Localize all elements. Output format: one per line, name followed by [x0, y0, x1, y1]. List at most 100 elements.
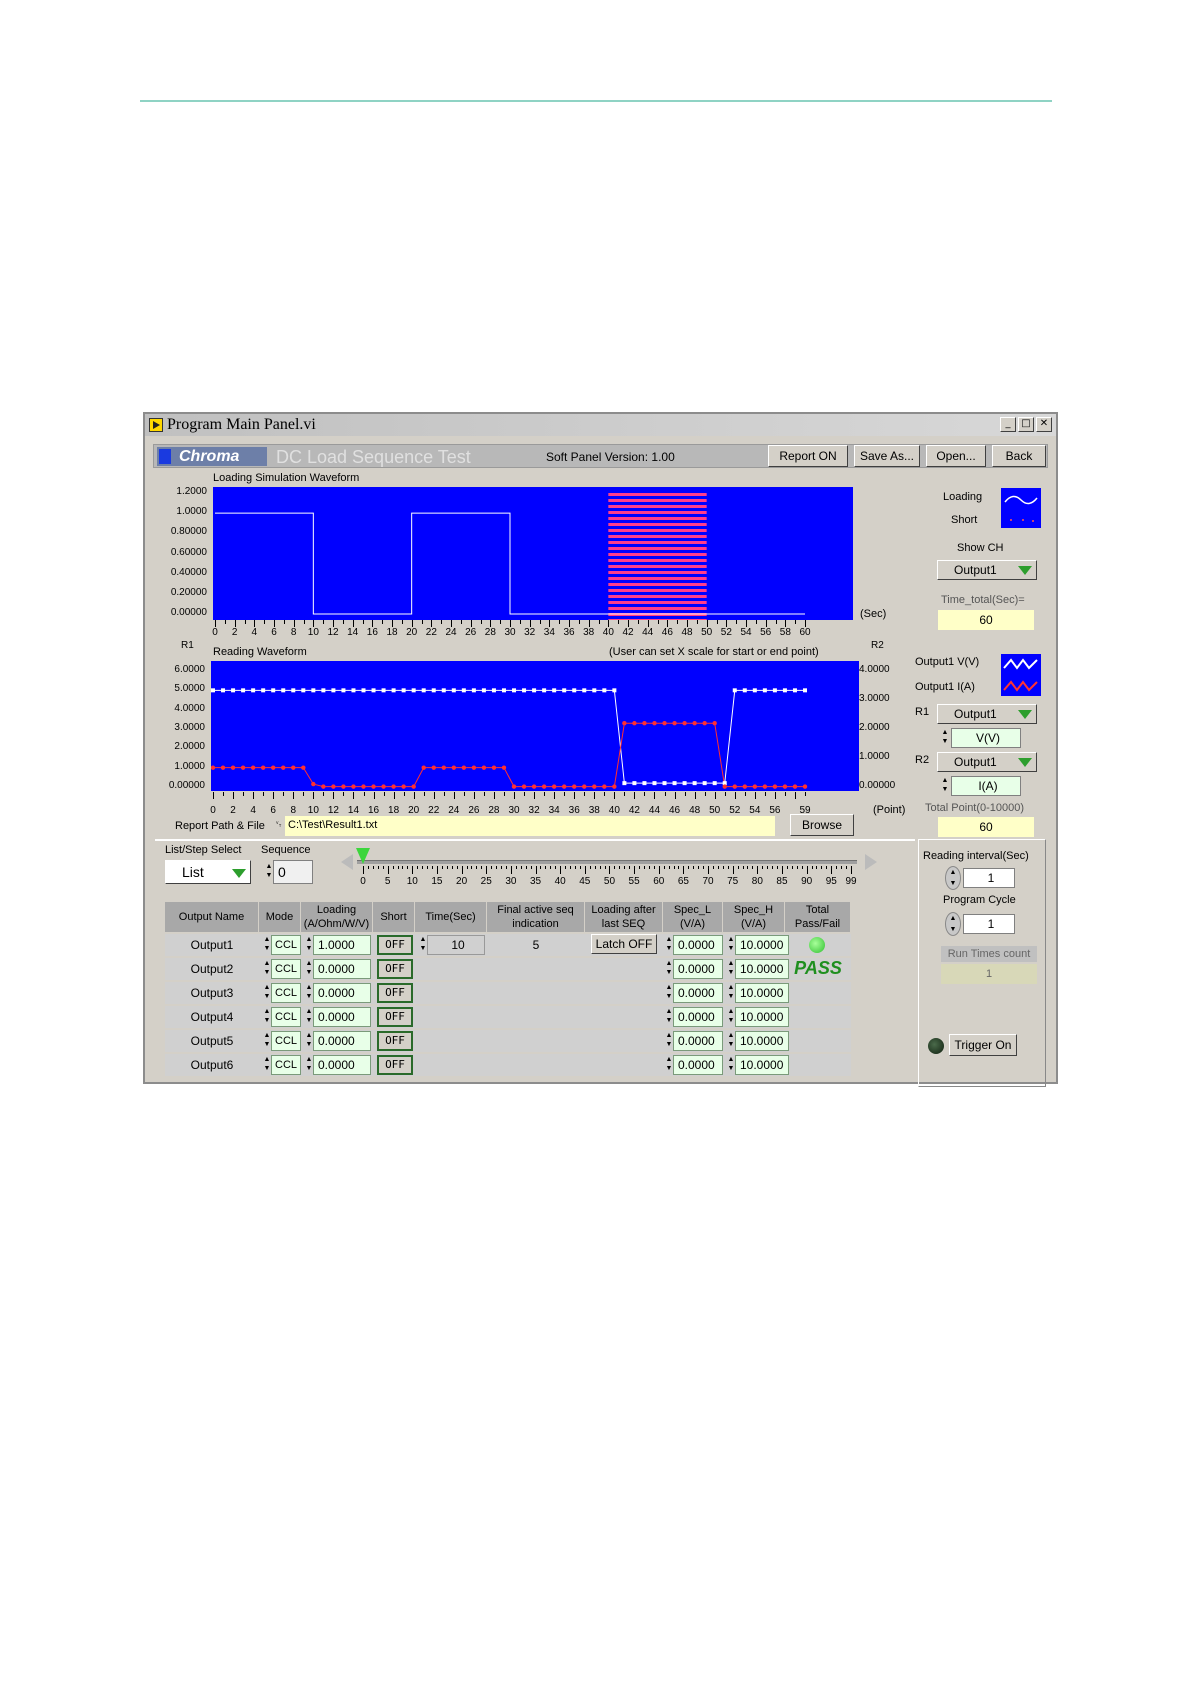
maximize-button[interactable]: □ — [1018, 417, 1034, 432]
short-toggle[interactable]: OFF — [377, 1007, 413, 1027]
minimize-button[interactable]: _ — [1000, 417, 1016, 432]
short-stripe — [608, 511, 707, 514]
sequence-spinner[interactable]: ▲ ▼ — [265, 862, 273, 882]
loading-spinner[interactable]: ▲ ▼ — [305, 1007, 313, 1027]
back-button[interactable]: Back — [992, 445, 1046, 467]
loading-spinner[interactable]: ▲ ▼ — [305, 1055, 313, 1075]
r1-unit-spinner[interactable]: ▲ ▼ — [941, 728, 949, 748]
mode-spinner[interactable]: ▲ ▼ — [263, 935, 271, 955]
mode-spinner[interactable]: ▲ ▼ — [263, 983, 271, 1003]
loading-spinner[interactable]: ▲ ▼ — [305, 983, 313, 1003]
read-x-tick-mark — [503, 792, 505, 796]
open-button[interactable]: Open... — [926, 445, 986, 467]
spec-l-spinner[interactable]: ▲ ▼ — [665, 1055, 673, 1075]
mode-spinner[interactable]: ▲ ▼ — [263, 1055, 271, 1075]
mode-spinner[interactable]: ▲ ▼ — [263, 1007, 271, 1027]
spec-h-spinner[interactable]: ▲ ▼ — [727, 1031, 735, 1051]
loading-field[interactable]: 0.0000 — [313, 959, 371, 979]
spec-l-field[interactable]: 0.0000 — [673, 959, 723, 979]
latch-off-button[interactable]: Latch OFF — [591, 934, 657, 954]
report-path-input[interactable]: C:\Test\Result1.txt — [285, 816, 775, 836]
r2-unit-field[interactable]: I(A) — [951, 776, 1021, 796]
loading-field[interactable]: 0.0000 — [313, 983, 371, 1003]
spec-h-spinner[interactable]: ▲ ▼ — [727, 983, 735, 1003]
mode-field[interactable]: CCL — [271, 1031, 301, 1051]
trigger-on-button[interactable]: Trigger On — [949, 1034, 1017, 1056]
mode-spinner[interactable]: ▲ ▼ — [263, 1031, 271, 1051]
spec-l-spinner[interactable]: ▲ ▼ — [665, 1031, 673, 1051]
spec-l-field[interactable]: 0.0000 — [673, 1007, 723, 1027]
show-ch-dropdown[interactable]: Output1 — [937, 560, 1037, 580]
short-toggle[interactable]: OFF — [377, 959, 413, 979]
loading-spinner[interactable]: ▲ ▼ — [305, 935, 313, 955]
spec-l-spinner[interactable]: ▲ ▼ — [665, 983, 673, 1003]
loading-spinner[interactable]: ▲ ▼ — [305, 959, 313, 979]
spec-h-spinner[interactable]: ▲ ▼ — [727, 1007, 735, 1027]
loading-field[interactable]: 0.0000 — [313, 1031, 371, 1051]
labview-vi-icon — [149, 418, 163, 432]
r1-channel-dropdown[interactable]: Output1 — [937, 704, 1037, 724]
r2-channel-dropdown[interactable]: Output1 — [937, 752, 1037, 772]
sim-x-tick-mark — [795, 620, 797, 624]
spec-h-field[interactable]: 10.0000 — [735, 1007, 789, 1027]
spec-h-field[interactable]: 10.0000 — [735, 1055, 789, 1075]
r2-unit-spinner[interactable]: ▲ ▼ — [941, 776, 949, 796]
mode-field[interactable]: CCL — [271, 1007, 301, 1027]
short-toggle[interactable]: OFF — [377, 935, 413, 955]
slider-minor-tick — [461, 866, 463, 869]
reading-interval-spinner[interactable]: ▲ ▼ — [945, 866, 961, 890]
spec-h-field[interactable]: 10.0000 — [735, 959, 789, 979]
browse-button[interactable]: Browse — [790, 814, 854, 836]
spec-l-field[interactable]: 0.0000 — [673, 935, 723, 955]
spec-l-field[interactable]: 0.0000 — [673, 1055, 723, 1075]
sequence-slider-thumb[interactable] — [356, 848, 370, 864]
short-toggle[interactable]: OFF — [377, 1031, 413, 1051]
report-on-button[interactable]: Report ON — [768, 445, 848, 467]
list-step-dropdown[interactable]: List — [165, 860, 251, 884]
sequence-slider-track[interactable] — [357, 860, 857, 864]
spec-h-spinner[interactable]: ▲ ▼ — [727, 1055, 735, 1075]
spec-l-field[interactable]: 0.0000 — [673, 1031, 723, 1051]
r1-unit-field[interactable]: V(V) — [951, 728, 1021, 748]
save-as-button[interactable]: Save As... — [854, 445, 920, 467]
mode-field[interactable]: CCL — [271, 983, 301, 1003]
reading-interval-field[interactable]: 1 — [963, 868, 1015, 888]
loading-field[interactable]: 0.0000 — [313, 1055, 371, 1075]
spec-l-spinner[interactable]: ▲ ▼ — [665, 959, 673, 979]
loading-spinner[interactable]: ▲ ▼ — [305, 1031, 313, 1051]
spec-l-spinner[interactable]: ▲ ▼ — [665, 1007, 673, 1027]
sequence-value[interactable]: 0 — [273, 860, 313, 884]
voltage-point — [692, 781, 697, 786]
read-x-tick-mark — [734, 792, 736, 799]
mode-field[interactable]: CCL — [271, 1055, 301, 1075]
voltage-point — [752, 688, 757, 693]
spec-h-field[interactable]: 10.0000 — [735, 983, 789, 1003]
read-y-tick-left: 4.0000 — [174, 702, 205, 714]
mode-spinner[interactable]: ▲ ▼ — [263, 959, 271, 979]
slider-minor-tick — [708, 866, 710, 869]
slider-left-arrow-icon[interactable] — [341, 854, 353, 870]
voltage-point — [291, 688, 296, 693]
time-spinner[interactable]: ▲ ▼ — [419, 935, 427, 955]
table-header: Final active seq indication — [487, 902, 585, 932]
loading-field[interactable]: 1.0000 — [313, 935, 371, 955]
spec-h-field[interactable]: 10.0000 — [735, 935, 789, 955]
spec-h-field[interactable]: 10.0000 — [735, 1031, 789, 1051]
spec-l-spinner[interactable]: ▲ ▼ — [665, 935, 673, 955]
program-cycle-field[interactable]: 1 — [963, 914, 1015, 934]
short-stripe — [608, 565, 707, 568]
spec-h-spinner[interactable]: ▲ ▼ — [727, 959, 735, 979]
slider-right-arrow-icon[interactable] — [865, 854, 877, 870]
mode-field[interactable]: CCL — [271, 935, 301, 955]
spec-h-spinner[interactable]: ▲ ▼ — [727, 935, 735, 955]
total-point-value[interactable]: 60 — [938, 817, 1034, 837]
short-toggle[interactable]: OFF — [377, 1055, 413, 1075]
spec-l-field[interactable]: 0.0000 — [673, 983, 723, 1003]
program-cycle-spinner[interactable]: ▲ ▼ — [945, 912, 961, 936]
close-button[interactable]: ✕ — [1036, 417, 1052, 432]
mode-field[interactable]: CCL — [271, 959, 301, 979]
current-point — [311, 781, 316, 787]
time-field[interactable]: 10 — [427, 935, 485, 955]
loading-field[interactable]: 0.0000 — [313, 1007, 371, 1027]
short-toggle[interactable]: OFF — [377, 983, 413, 1003]
